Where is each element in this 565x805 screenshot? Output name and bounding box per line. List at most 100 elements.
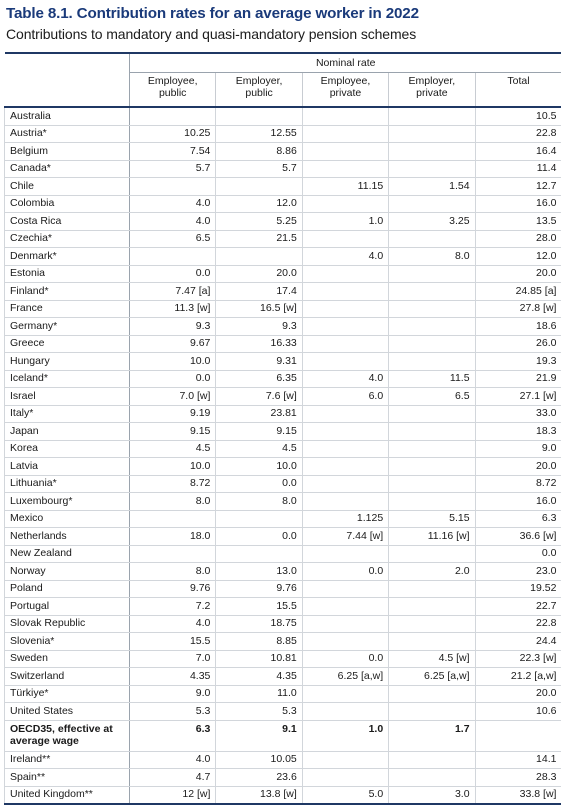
cell-country: Finland* [4,282,130,301]
table-row: Greece 9.67 16.33 26.0 [4,335,562,353]
cell-employee-public: 7.54 [128,142,216,161]
cell-total: 20.0 [474,457,562,476]
cell-employer-private [388,615,476,633]
cell-employee-private: 6.25 [a,w] [301,667,389,686]
cell-employee-public: 8.0 [128,492,216,511]
cell-employer-public: 10.05 [215,751,303,769]
table-row: Australia 10.5 [4,107,562,126]
table-row: Spain** 4.7 23.6 28.3 [4,768,562,787]
cell-employee-public: 7.2 [128,597,216,616]
cell-country: Spain** [4,768,130,787]
table-row: Colombia 4.0 12.0 16.0 [4,195,562,213]
cell-employer-public: 5.25 [215,212,303,231]
cell-employer-public: 8.0 [215,492,303,511]
cell-employee-private [301,545,389,563]
cell-total: 28.3 [474,768,562,787]
cell-country: Türkiye* [4,685,130,703]
cell-country: Japan [4,422,130,441]
cell-employee-public: 6.5 [128,230,216,248]
cell-employer-public: 5.7 [215,160,303,178]
table-row: Luxembourg* 8.0 8.0 16.0 [4,492,562,511]
cell-country: Netherlands [4,527,130,546]
cell-employer-public: 18.75 [215,615,303,633]
cell-total: 9.0 [474,440,562,458]
cell-country: Israel [4,387,130,406]
cell-total: 21.9 [474,370,562,388]
table-row: New Zealand 0.0 [4,545,562,563]
cell-employer-private: 1.7 [388,720,476,752]
cell-employer-private [388,751,476,769]
cell-employer-public: 5.3 [215,702,303,721]
table-page: Table 8.1. Contribution rates for an ave… [0,0,565,805]
cell-employee-public: 9.67 [128,335,216,353]
cell-employer-private [388,632,476,651]
cell-employee-public: 9.3 [128,317,216,336]
cell-country: Slovenia* [4,632,130,651]
cell-employee-public: 4.35 [128,667,216,686]
cell-employee-private: 11.15 [301,177,389,196]
cell-employer-public: 0.0 [215,527,303,546]
page-title: Table 8.1. Contribution rates for an ave… [6,5,419,22]
cell-employee-public: 5.7 [128,160,216,178]
cell-total: 36.6 [w] [474,527,562,546]
cell-total: 16.0 [474,492,562,511]
cell-employer-public: 16.33 [215,335,303,353]
table-row: Mexico 1.125 5.15 6.3 [4,510,562,528]
table-row: Austria* 10.25 12.55 22.8 [4,125,562,143]
cell-employer-private [388,580,476,598]
cell-employer-public [215,247,303,266]
cell-country: Belgium [4,142,130,161]
cell-employee-private [301,632,389,651]
cell-total: 19.52 [474,580,562,598]
cell-country: Germany* [4,317,130,336]
cell-employee-public: 10.0 [128,457,216,476]
table-row: Norway 8.0 13.0 0.0 2.0 23.0 [4,562,562,581]
cell-employee-public: 0.0 [128,370,216,388]
cell-employer-private [388,492,476,511]
cell-total: 22.7 [474,597,562,616]
cell-country: Korea [4,440,130,458]
cell-total: 14.1 [474,751,562,769]
cell-employee-public: 4.5 [128,440,216,458]
cell-employee-private [301,702,389,721]
cell-total: 21.2 [a,w] [474,667,562,686]
cell-country: France [4,300,130,318]
cell-country: United Kingdom** [4,786,130,805]
header-group-row: Nominal rate [5,54,562,73]
cell-employer-private [388,405,476,423]
cell-employee-private [301,335,389,353]
cell-country: Sweden [4,650,130,668]
table-row: Lithuania* 8.72 0.0 8.72 [4,475,562,493]
cell-country: Lithuania* [4,475,130,493]
cell-total: 26.0 [474,335,562,353]
header-nominal-rate: Nominal rate [129,54,562,73]
cell-employer-private: 8.0 [388,247,476,266]
cell-country: Portugal [4,597,130,616]
cell-country: Switzerland [4,667,130,686]
cell-employer-private [388,335,476,353]
cell-employer-public: 7.6 [w] [215,387,303,406]
cell-employer-public: 11.0 [215,685,303,703]
cell-total: 18.6 [474,317,562,336]
header-employee-private: Employee, private [301,72,389,108]
cell-employer-public: 23.81 [215,405,303,423]
cell-total: 16.4 [474,142,562,161]
cell-employee-private: 1.0 [301,720,389,752]
cell-country: Hungary [4,352,130,371]
cell-total: 16.0 [474,195,562,213]
title-block: Table 8.1. Contribution rates for an ave… [0,0,565,43]
table-row: Slovenia* 15.5 8.85 24.4 [4,632,562,651]
cell-employer-private [388,160,476,178]
cell-employer-private [388,300,476,318]
cell-employee-public: 8.0 [128,562,216,581]
cell-employer-private [388,702,476,721]
table-row: Denmark* 4.0 8.0 12.0 [4,247,562,266]
cell-employee-private [301,597,389,616]
cell-employee-private [301,440,389,458]
cell-employee-private [301,492,389,511]
cell-employee-public: 8.72 [128,475,216,493]
cell-employer-private [388,457,476,476]
cell-employee-public: 9.15 [128,422,216,441]
table-body: Australia 10.5 Austria* 10.25 12.55 22.8 Belgi… [4,107,562,805]
cell-employer-public [215,545,303,563]
